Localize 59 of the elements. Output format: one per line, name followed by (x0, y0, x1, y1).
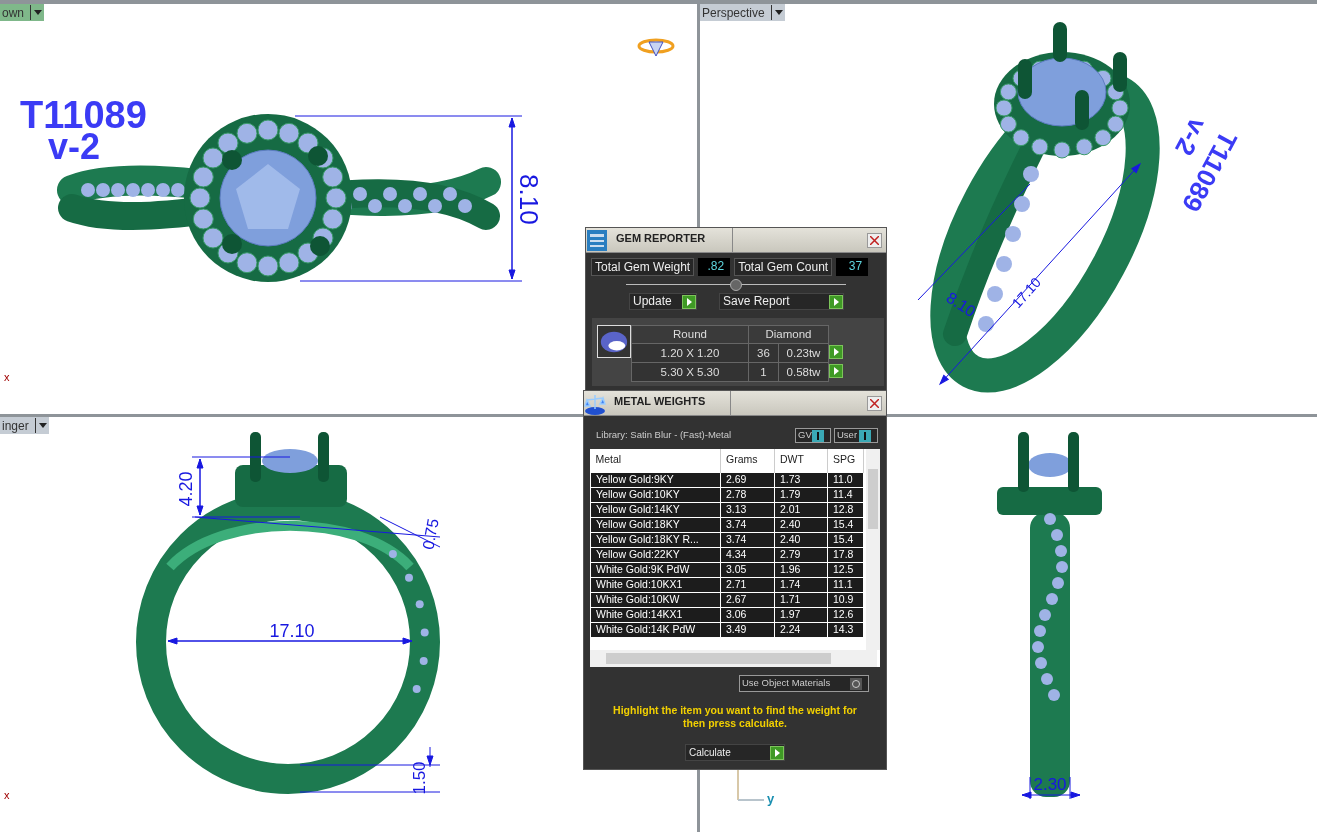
arrow-button[interactable] (829, 344, 843, 359)
table-cell: Yellow Gold:9KY (590, 472, 721, 487)
table-row[interactable]: White Gold:14K PdW 3.49 2.24 14.3 (590, 622, 864, 637)
column-header: Round (631, 325, 749, 344)
viewport-tab[interactable]: Perspective (700, 4, 785, 21)
column-header[interactable]: Grams (720, 449, 775, 472)
table-cell: 1.73 (774, 472, 828, 487)
stat-label: Total Gem Weight (591, 258, 695, 276)
axis-label: y (767, 791, 775, 806)
splitter-handle[interactable] (626, 278, 846, 292)
calculate-button[interactable]: Calculate (685, 744, 785, 761)
column-header[interactable]: DWT (774, 449, 828, 472)
dimension-label: 8.10 (514, 174, 544, 225)
column-header: Diamond (748, 325, 829, 344)
caret-icon[interactable] (770, 5, 785, 20)
dimension-label: 2.30 (1033, 775, 1067, 794)
panel-title: GEM REPORTER (608, 228, 733, 252)
table-row[interactable]: White Gold:14KX1 3.06 1.97 12.6 (590, 607, 864, 622)
dimension-label: 1.50 (410, 761, 429, 795)
caret-icon[interactable] (34, 418, 49, 433)
gem-icon (597, 325, 631, 358)
toggle-button[interactable]: Use Object Materials (739, 675, 869, 692)
stat-value: .82 (698, 258, 731, 276)
table-row[interactable]: Yellow Gold:18KY R... 3.74 2.40 15.4 (590, 532, 864, 547)
report-icon (586, 228, 608, 253)
dimension-label: 4.20 (176, 471, 196, 507)
table-row[interactable]: Yellow Gold:18KY 3.74 2.40 15.4 (590, 517, 864, 532)
close-button[interactable] (867, 233, 882, 248)
arrow-button[interactable] (829, 363, 843, 378)
table-row[interactable]: White Gold:10KW 2.67 1.71 10.9 (590, 592, 864, 607)
table-cell: 2.69 (720, 472, 775, 487)
origin-mark: x (4, 789, 10, 801)
ring-icon (637, 38, 675, 57)
stat-value: 37 (836, 258, 869, 276)
table-cell: 11.0 (827, 472, 864, 487)
toggle-button[interactable]: GV (795, 428, 831, 443)
horizontal-scrollbar[interactable] (590, 650, 877, 667)
table-row[interactable]: Yellow Gold:10KY 2.78 1.79 11.4 (590, 487, 864, 502)
dimension-label: 17.10 (269, 621, 315, 641)
viewport-tab[interactable]: inger (0, 417, 49, 434)
stat-label: Total Gem Count (734, 258, 833, 276)
viewport-tab[interactable]: own (0, 4, 44, 21)
dimension-label: 0.75 (419, 517, 442, 551)
table-row[interactable]: White Gold:9K PdW 3.05 1.96 12.5 (590, 562, 864, 577)
table-row[interactable]: Yellow Gold:22KY 4.34 2.79 17.8 (590, 547, 864, 562)
origin-mark: x (4, 371, 10, 383)
table-row[interactable]: Yellow Gold:9KY 2.69 1.73 11.0 (590, 472, 864, 487)
close-button[interactable] (867, 396, 882, 411)
save-report-button[interactable]: Save Report (719, 293, 844, 310)
dimension-label: 8.10 (943, 288, 979, 320)
table-row[interactable]: Yellow Gold:14KY 3.13 2.01 12.8 (590, 502, 864, 517)
panel-title: METAL WEIGHTS (606, 391, 731, 415)
vertical-scrollbar[interactable] (866, 449, 880, 650)
caret-icon[interactable] (30, 5, 44, 20)
update-button[interactable]: Update (629, 293, 697, 310)
dimension-line (1021, 776, 1081, 800)
toggle-button[interactable]: User (834, 428, 878, 443)
table-row[interactable]: White Gold:10KX1 2.71 1.74 11.1 (590, 577, 864, 592)
column-header[interactable]: SPG (827, 449, 864, 472)
